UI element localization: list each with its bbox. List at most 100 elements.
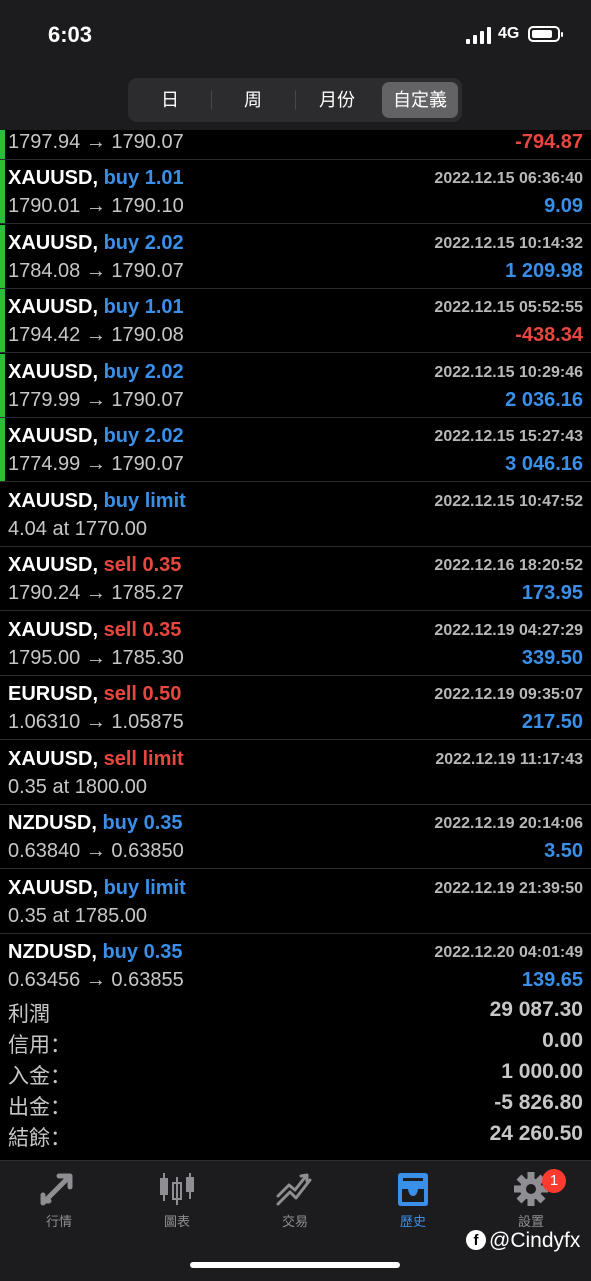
tab-chart[interactable]: 圖表 <box>118 1171 236 1237</box>
trade-profit: 3.50 <box>544 840 583 862</box>
tab-settings[interactable]: 1 設置 <box>472 1169 590 1237</box>
trade-trend-icon <box>276 1173 312 1206</box>
period-tab-week[interactable]: 周 <box>215 82 291 118</box>
trade-side: sell 0.35 <box>103 618 182 641</box>
symbol-name: XAUUSD, <box>8 425 99 447</box>
tab-label: 交易 <box>281 1214 308 1229</box>
tab-quotes[interactable]: 行情 <box>0 1171 118 1237</box>
trade-symbol: XAUUSD, buy 2.02 <box>8 361 184 384</box>
summary-label: 入金： <box>8 1065 71 1088</box>
open-position-indicator <box>0 289 5 352</box>
trade-row[interactable]: EURUSD, sell 0.50 2022.12.19 09:35:07 1.06… <box>0 676 591 740</box>
trade-row[interactable]: XAUUSD, buy 2.02 2022.12.15 10:29:46 1779.… <box>0 353 591 418</box>
trade-symbol: XAUUSD, buy 1.01 <box>8 167 184 190</box>
period-tab-month[interactable]: 月份 <box>299 82 375 118</box>
trade-row[interactable]: XAUUSD, buy 2.02 2022.12.15 10:14:32 1784.… <box>0 224 591 289</box>
trade-date: 2022.12.19 11:17:43 <box>435 750 583 768</box>
period-tab-custom[interactable]: 自定義 <box>382 82 458 118</box>
notification-badge: 1 <box>542 1169 566 1193</box>
trade-symbol: XAUUSD, buy limit <box>8 490 186 513</box>
tab-history[interactable]: 歷史 <box>354 1171 472 1237</box>
trade-side: buy 2.02 <box>103 425 184 447</box>
watermark-handle: @Cindyfx <box>489 1229 581 1252</box>
trade-side: sell 0.35 <box>103 554 182 576</box>
trade-date: 2022.12.15 05:52:55 <box>434 299 583 316</box>
trade-prices: 0.35 at 1785.00 <box>8 904 148 927</box>
trade-profit: 173.95 <box>521 582 583 604</box>
trade-symbol: XAUUSD, sell 0.35 <box>8 554 181 577</box>
open-position-indicator <box>0 353 5 417</box>
signal-strength-icon <box>466 27 494 44</box>
tab-trade[interactable]: 交易 <box>236 1171 354 1237</box>
trade-row[interactable]: XAUUSD, buy limit 2022.12.19 21:39:50 0.35… <box>0 870 591 934</box>
trade-symbol: XAUUSD, sell limit <box>8 748 184 771</box>
trade-side: buy 2.02 <box>103 360 184 383</box>
trade-date: 2022.12.15 10:47:52 <box>434 492 583 510</box>
trade-symbol: XAUUSD, buy 1.01 <box>8 296 184 319</box>
trade-history-list[interactable]: 1797.94 → 1790.07 -794.87 XAUUSD, buy 1.… <box>0 130 591 990</box>
trade-row[interactable]: 1797.94 → 1790.07 -794.87 <box>0 130 591 160</box>
symbol-name: NZDUSD, <box>8 941 97 963</box>
summary-label: 利潤 <box>8 1003 50 1026</box>
trade-row[interactable]: XAUUSD, buy 1.01 2022.12.15 06:36:40 1790.… <box>0 160 591 224</box>
trade-symbol: XAUUSD, buy 2.02 <box>8 425 184 448</box>
trade-date: 2022.12.16 18:20:52 <box>434 557 583 574</box>
account-summary: 利潤 29 087.30 信用： 0.00 入金： 1 000.00 出金： -5 826.8… <box>0 998 591 1160</box>
trade-profit: 2 036.16 <box>505 388 583 411</box>
trade-prices: 1794.42 → 1790.08 <box>8 324 184 346</box>
trade-date: 2022.12.19 04:27:29 <box>434 621 583 639</box>
symbol-name: XAUUSD, <box>8 747 99 770</box>
trade-prices: 4.04 at 1770.00 <box>8 517 148 540</box>
tab-label: 行情 <box>45 1214 72 1229</box>
summary-row: 出金： -5 826.80 <box>0 1091 591 1122</box>
period-tab-day[interactable]: 日 <box>132 82 208 118</box>
symbol-name: NZDUSD, <box>8 812 97 834</box>
trade-date: 2022.12.15 10:14:32 <box>434 234 583 252</box>
trade-prices: 0.63456 → 0.63855 <box>8 969 184 990</box>
symbol-name: XAUUSD, <box>8 231 99 254</box>
segment-divider <box>295 90 296 110</box>
status-bar: 6:03 4G <box>0 0 591 72</box>
watermark: f @Cindyfx <box>466 1229 580 1257</box>
symbol-name: XAUUSD, <box>8 876 99 899</box>
quotes-arrows-icon <box>40 1173 73 1206</box>
symbol-name: XAUUSD, <box>8 296 99 318</box>
symbol-name: XAUUSD, <box>8 618 99 641</box>
trade-row[interactable]: XAUUSD, sell 0.35 2022.12.19 04:27:29 1795… <box>0 612 591 676</box>
network-type: 4G <box>498 25 520 42</box>
summary-value: -5 826.80 <box>494 1091 583 1114</box>
battery-icon <box>528 26 563 42</box>
trade-side: buy limit <box>103 876 186 899</box>
trade-side: buy 2.02 <box>103 231 184 254</box>
trade-profit: -794.87 <box>515 131 583 153</box>
trade-row[interactable]: NZDUSD, buy 0.35 2022.12.19 20:14:06 0.638… <box>0 805 591 869</box>
trade-prices: 1774.99 → 1790.07 <box>8 453 184 475</box>
trade-profit: 339.50 <box>521 646 583 669</box>
trade-row[interactable]: XAUUSD, buy limit 2022.12.15 10:47:52 4.04… <box>0 483 591 547</box>
trade-prices: 0.35 at 1800.00 <box>8 775 148 798</box>
symbol-name: XAUUSD, <box>8 360 99 383</box>
trade-side: buy 1.01 <box>103 296 184 318</box>
summary-value: 24 260.50 <box>489 1122 583 1145</box>
trade-side: buy limit <box>103 489 186 512</box>
trade-profit: 1 209.98 <box>505 259 583 282</box>
trade-row[interactable]: XAUUSD, sell limit 2022.12.19 11:17:43 0.3… <box>0 741 591 805</box>
trade-date: 2022.12.20 04:01:49 <box>434 944 583 961</box>
summary-label: 出金： <box>8 1096 71 1119</box>
trade-date: 2022.12.15 06:36:40 <box>434 170 583 187</box>
trade-side: buy 0.35 <box>102 941 183 963</box>
summary-label: 結餘： <box>8 1127 71 1150</box>
trade-prices: 0.63840 → 0.63850 <box>8 840 184 862</box>
summary-row: 結餘： 24 260.50 <box>0 1122 591 1153</box>
trade-row[interactable]: XAUUSD, buy 2.02 2022.12.15 15:27:43 1774.… <box>0 418 591 482</box>
facebook-icon: f <box>466 1230 486 1250</box>
trade-profit: -438.34 <box>515 324 583 346</box>
trade-row[interactable]: NZDUSD, buy 0.35 2022.12.20 04:01:49 0.634… <box>0 934 591 990</box>
segment-divider <box>211 90 212 110</box>
open-position-indicator <box>0 130 5 159</box>
trade-row[interactable]: XAUUSD, buy 1.01 2022.12.15 05:52:55 1794.… <box>0 289 591 353</box>
trade-profit: 3 046.16 <box>505 453 583 475</box>
trade-row[interactable]: XAUUSD, sell 0.35 2022.12.16 18:20:52 1790… <box>0 547 591 611</box>
trade-side: buy 1.01 <box>103 167 184 189</box>
trade-date: 2022.12.15 15:27:43 <box>434 428 583 445</box>
